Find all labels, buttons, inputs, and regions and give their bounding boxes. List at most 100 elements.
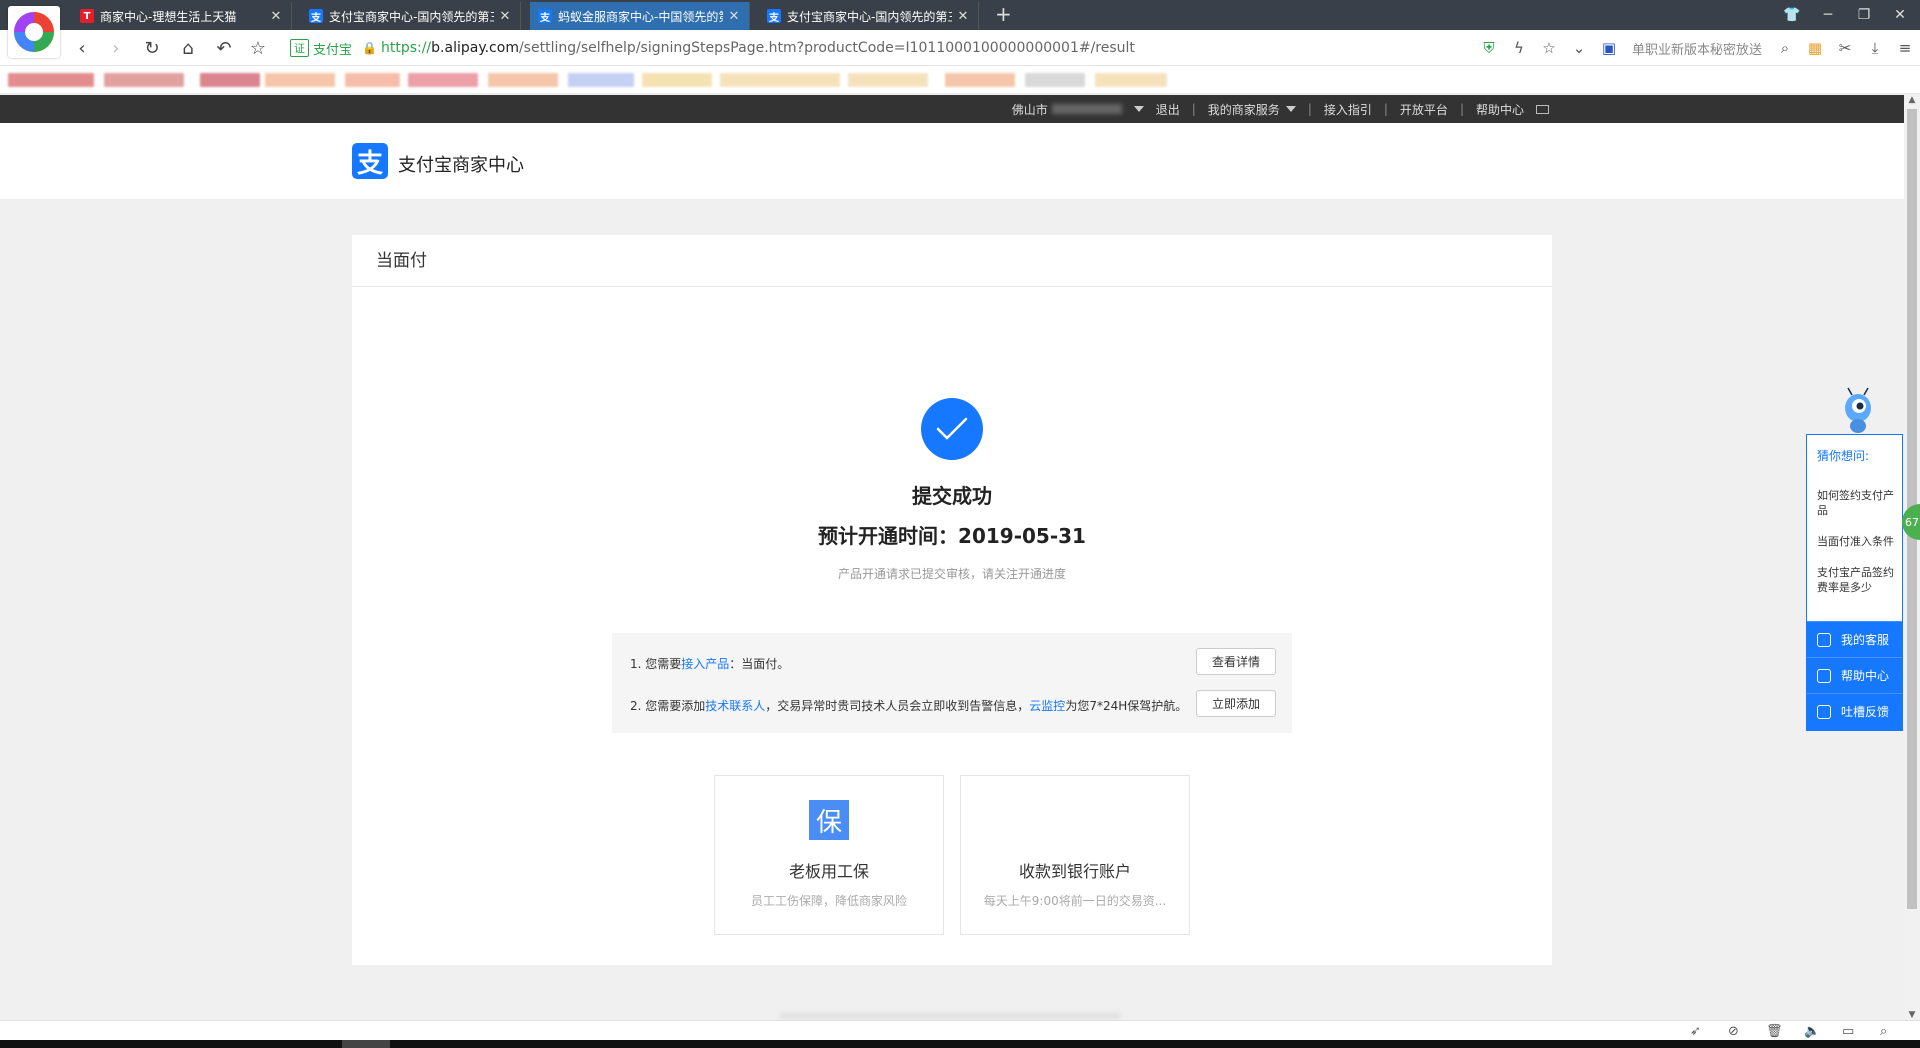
faq-item[interactable]: 如何签约支付产品 [1817, 488, 1894, 518]
faq-item[interactable]: 当面付准入条件 [1817, 534, 1894, 549]
scroll-up-icon[interactable]: ▲ [1904, 95, 1920, 105]
skin-icon[interactable]: 👕 [1772, 0, 1812, 30]
close-icon[interactable]: ✕ [956, 9, 970, 24]
service-card-insurance[interactable]: 保 老板用工保 员工工伤保障，降低商家风险 [714, 775, 944, 935]
bookmark-item[interactable] [104, 73, 184, 87]
tab-alipay-2[interactable]: 支 支付宝商家中心-国内领先的第三 ✕ [759, 2, 979, 30]
close-icon[interactable]: ✕ [727, 9, 741, 24]
scissors-icon[interactable]: ✂ [1830, 39, 1860, 57]
url-host: b.alipay.com [431, 40, 519, 56]
success-title: 提交成功 [912, 484, 992, 508]
page-content: 佛山市 退出 | 我的商家服务 | 接入指引 | 开放平台 | 帮助中心 支 支… [0, 95, 1904, 1020]
alipay-logo-icon[interactable]: 支 [352, 143, 388, 179]
close-window-icon[interactable]: ✕ [1880, 0, 1920, 30]
logout-link[interactable]: 退出 [1156, 101, 1180, 118]
tab-title: 支付宝商家中心-国内领先的第三 [329, 9, 494, 24]
search-icon[interactable]: ⌕ [1770, 39, 1800, 57]
maximize-icon[interactable]: ❐ [1844, 0, 1884, 30]
bookmark-item[interactable] [642, 73, 712, 87]
zoom-icon[interactable]: ⌕ [1880, 1024, 1887, 1039]
expected-open-date: 预计开通时间：2019-05-31 [818, 524, 1086, 548]
divider: | [1191, 102, 1196, 116]
window-icon[interactable]: ▭ [1842, 1024, 1854, 1039]
help-center-link[interactable]: 帮助中心 [1476, 101, 1524, 118]
bookmark-item[interactable] [8, 73, 94, 87]
tech-contact-link[interactable]: 技术联系人 [705, 699, 765, 713]
url-scheme: https:// [380, 40, 432, 56]
help-center-button[interactable]: 帮助中心 [1807, 657, 1902, 693]
lightning-icon[interactable]: ϟ [1504, 39, 1534, 57]
bookmark-item[interactable] [200, 73, 260, 87]
step-1: 1. 您需要接入产品：当面付。 [630, 655, 789, 672]
chevron-down-icon[interactable] [1133, 106, 1144, 112]
tab-alipay-1[interactable]: 支 支付宝商家中心-国内领先的第三 ✕ [301, 2, 521, 30]
bookmark-item[interactable] [568, 73, 634, 87]
download-icon[interactable]: ⤓ [1860, 39, 1890, 57]
assistant-panel: 猜你想问: 如何签约支付产品 当面付准入条件 支付宝产品签约费率是多少 我的客服… [1806, 434, 1903, 731]
merchant-topbar: 佛山市 退出 | 我的商家服务 | 接入指引 | 开放平台 | 帮助中心 [0, 95, 1904, 123]
tab-antfin[interactable]: 支 蚂蚁金服商家中心-中国领先的第 ✕ [530, 2, 750, 30]
faq-item[interactable]: 支付宝产品签约费率是多少 [1817, 565, 1894, 595]
ant-mascot-icon[interactable] [1838, 386, 1878, 436]
rocket-icon[interactable]: ➶ [1690, 1024, 1701, 1039]
result-card: 当面付 提交成功 预计开通时间：2019-05-31 产品开通请求已提交审核，请… [352, 235, 1552, 965]
new-tab-button[interactable]: + [995, 2, 1012, 26]
bookmark-item[interactable] [720, 73, 840, 87]
add-now-button[interactable]: 立即添加 [1196, 690, 1276, 717]
insurance-icon: 保 [809, 800, 849, 840]
shield-icon[interactable]: ⛨ [1474, 39, 1504, 57]
access-guide-link[interactable]: 接入指引 [1324, 101, 1372, 118]
city-label: 佛山市 [1011, 102, 1048, 117]
browser-logo[interactable] [8, 6, 60, 58]
close-icon[interactable]: ✕ [269, 9, 283, 24]
service-card-bank-settlement[interactable]: 收款到银行账户 每天上午9:00将前一日的交易资... [960, 775, 1190, 935]
home-icon[interactable]: ⌂ [176, 36, 200, 60]
favorite-icon[interactable]: ☆ [1534, 39, 1564, 57]
menu-icon[interactable]: ≡ [1890, 39, 1920, 57]
scroll-down-icon[interactable]: ▼ [1904, 1010, 1920, 1020]
volume-icon[interactable]: 🔈 [1804, 1024, 1820, 1039]
access-product-link[interactable]: 接入产品 [681, 657, 729, 671]
my-services-menu[interactable]: 我的商家服务 [1208, 101, 1280, 118]
bookmark-item[interactable] [408, 73, 478, 87]
speedup-icon[interactable]: ⊘ [1728, 1024, 1739, 1039]
minimize-icon[interactable]: ─ [1808, 0, 1848, 30]
tab-title: 商家中心-理想生活上天猫 [100, 9, 237, 24]
view-details-button[interactable]: 查看详情 [1196, 648, 1276, 675]
tab-tmall[interactable]: T 商家中心-理想生活上天猫 ✕ [72, 2, 292, 30]
star-icon[interactable]: ☆ [246, 36, 270, 60]
address-bar[interactable]: 证 支付宝 🔒 https:// b.alipay.com /settling/… [290, 34, 1545, 62]
reload-icon[interactable]: ↻ [140, 36, 164, 60]
feedback-button[interactable]: 吐槽反馈 [1807, 693, 1902, 729]
bookmark-item[interactable] [848, 73, 928, 87]
question-icon [1817, 668, 1831, 683]
dropdown-icon[interactable]: ⌄ [1564, 39, 1594, 57]
bookmark-item[interactable] [1025, 73, 1085, 87]
brand-name[interactable]: 支付宝商家中心 [398, 151, 524, 177]
browser-toolbar-right: ⛨ ϟ ☆ ⌄ ▣ 单职业新版本秘密放送 ⌕ ▦ ✂ ⤓ ≡ [1474, 30, 1920, 66]
bookmark-item[interactable] [265, 73, 335, 87]
step-text: 2. 您需要添加 [630, 699, 706, 713]
close-icon[interactable]: ✕ [498, 9, 512, 24]
apps-icon[interactable]: ▦ [1800, 39, 1830, 57]
bookmark-item[interactable] [488, 73, 558, 87]
checkmark-icon [936, 417, 968, 440]
back-icon[interactable]: ‹ [70, 36, 94, 60]
undo-icon[interactable]: ↶ [212, 36, 236, 60]
ad-text[interactable]: 单职业新版本秘密放送 [1632, 39, 1762, 58]
alipay-icon: 支 [309, 9, 323, 24]
chevron-down-icon[interactable] [1285, 106, 1296, 112]
page-scrollbar[interactable]: ▲ ▼ [1904, 95, 1920, 1020]
footer-links-faint [780, 1013, 1120, 1019]
trash-icon[interactable]: 🗑 [1766, 1024, 1783, 1039]
bookmark-item[interactable] [345, 73, 400, 87]
customer-service-button[interactable]: 我的客服 [1807, 621, 1902, 657]
mail-icon[interactable] [1536, 104, 1549, 114]
cloud-monitor-link[interactable]: 云监控 [1029, 699, 1065, 713]
bookmark-item[interactable] [945, 73, 1015, 87]
taskbar-item[interactable] [342, 1040, 390, 1048]
open-platform-link[interactable]: 开放平台 [1400, 101, 1448, 118]
bookmark-item[interactable] [1095, 73, 1167, 87]
bookmarks-bar [0, 66, 1920, 94]
forward-icon[interactable]: › [104, 36, 128, 60]
